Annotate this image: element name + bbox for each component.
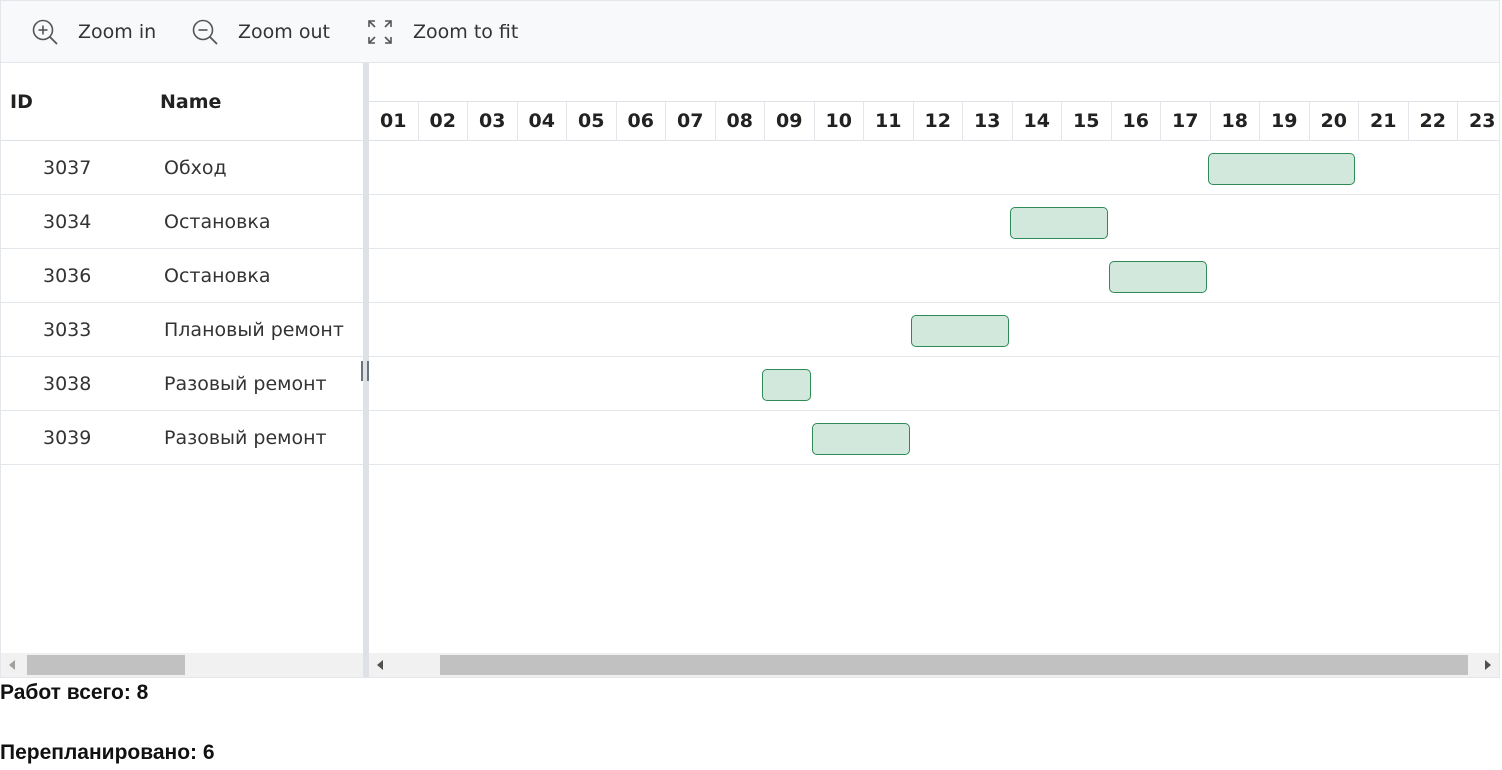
day-header: 03 bbox=[468, 102, 518, 141]
day-header: 12 bbox=[914, 102, 963, 141]
day-header: 21 bbox=[1359, 102, 1409, 141]
day-header: 15 bbox=[1062, 102, 1112, 141]
day-header: 20 bbox=[1310, 102, 1359, 141]
day-header: 10 bbox=[815, 102, 864, 141]
day-header: 07 bbox=[666, 102, 716, 141]
timeline-scroll-thumb[interactable] bbox=[440, 655, 1468, 675]
zoom-to-fit-label: Zoom to fit bbox=[413, 21, 519, 43]
day-header: 01 bbox=[369, 102, 419, 141]
timeline-row bbox=[369, 195, 1499, 249]
timeline-row bbox=[369, 411, 1499, 465]
task-bar[interactable] bbox=[1207, 153, 1355, 185]
table-row[interactable]: 3038 Разовый ремонт bbox=[1, 357, 363, 411]
task-bar[interactable] bbox=[811, 423, 910, 455]
table-row[interactable]: 3036 Остановка bbox=[1, 249, 363, 303]
scroll-left-arrow-icon[interactable] bbox=[1, 653, 23, 677]
timeline-row bbox=[369, 249, 1499, 303]
day-header: 19 bbox=[1260, 102, 1310, 141]
zoom-out-label: Zoom out bbox=[238, 21, 330, 43]
cell-name: Плановый ремонт bbox=[164, 319, 344, 341]
cell-name: Остановка bbox=[164, 265, 271, 287]
day-header: 13 bbox=[963, 102, 1013, 141]
scroll-right-arrow-icon[interactable] bbox=[1477, 653, 1499, 677]
day-header: 18 bbox=[1211, 102, 1260, 141]
cell-id: 3036 bbox=[43, 265, 92, 287]
zoom-in-icon bbox=[32, 19, 58, 45]
summary-rescheduled: Перепланировано: 6 bbox=[0, 741, 215, 764]
task-grid: ID Name 3037 Обход 3034 Остановка 3036 О… bbox=[1, 63, 363, 677]
zoom-in-button[interactable]: Zoom in bbox=[31, 1, 156, 63]
expand-arrows-icon bbox=[368, 20, 392, 44]
column-header-id[interactable]: ID bbox=[10, 91, 33, 113]
day-header: 16 bbox=[1112, 102, 1161, 141]
day-header: 05 bbox=[567, 102, 617, 141]
grid-scroll-thumb[interactable] bbox=[27, 655, 185, 675]
timeline-header-top bbox=[369, 63, 1499, 102]
table-row[interactable]: 3039 Разовый ремонт bbox=[1, 411, 363, 465]
zoom-in-label: Zoom in bbox=[78, 21, 157, 43]
column-header-name[interactable]: Name bbox=[160, 91, 221, 113]
toolbar: Zoom in Zoom out Zoom to fit bbox=[1, 1, 1499, 63]
day-header: 23 bbox=[1458, 102, 1499, 141]
timeline-pane: 01 02 03 04 05 06 07 08 09 10 11 12 13 14 15 16 17 18 19 20… bbox=[369, 63, 1499, 653]
task-bar[interactable] bbox=[1108, 261, 1207, 293]
timeline-row bbox=[369, 141, 1499, 195]
cell-name: Обход bbox=[164, 157, 227, 179]
cell-id: 3038 bbox=[43, 373, 92, 395]
table-row[interactable]: 3033 Плановый ремонт bbox=[1, 303, 363, 357]
day-header: 06 bbox=[617, 102, 666, 141]
cell-name: Остановка bbox=[164, 211, 271, 233]
table-row[interactable]: 3034 Остановка bbox=[1, 195, 363, 249]
cell-name: Разовый ремонт bbox=[164, 373, 327, 395]
day-header: 08 bbox=[716, 102, 765, 141]
grid-header: ID Name bbox=[1, 63, 363, 141]
cell-id: 3037 bbox=[43, 157, 92, 179]
summary-total: Работ всего: 8 bbox=[0, 681, 149, 704]
cell-id: 3033 bbox=[43, 319, 92, 341]
day-header: 17 bbox=[1161, 102, 1211, 141]
zoom-out-button[interactable]: Zoom out bbox=[191, 1, 330, 63]
table-row[interactable]: 3037 Обход bbox=[1, 141, 363, 195]
day-header: 14 bbox=[1013, 102, 1062, 141]
task-bar[interactable] bbox=[910, 315, 1009, 347]
timeline-horizontal-scrollbar[interactable] bbox=[369, 653, 1499, 677]
task-bar[interactable] bbox=[1009, 207, 1108, 239]
zoom-to-fit-button[interactable]: Zoom to fit bbox=[366, 1, 518, 63]
day-header: 11 bbox=[864, 102, 914, 141]
cell-name: Разовый ремонт bbox=[164, 427, 327, 449]
scroll-left-arrow-icon[interactable] bbox=[369, 653, 391, 677]
task-bar[interactable] bbox=[762, 369, 811, 401]
gantt-chart: Zoom in Zoom out Zoom to fit ID Name 303… bbox=[0, 0, 1500, 678]
day-header: 02 bbox=[419, 102, 468, 141]
zoom-out-icon bbox=[192, 19, 218, 45]
timeline-row bbox=[369, 357, 1499, 411]
cell-id: 3034 bbox=[43, 211, 92, 233]
day-header: 04 bbox=[518, 102, 567, 141]
grid-horizontal-scrollbar[interactable] bbox=[1, 653, 363, 677]
day-header: 09 bbox=[765, 102, 815, 141]
cell-id: 3039 bbox=[43, 427, 92, 449]
day-header: 22 bbox=[1409, 102, 1458, 141]
timeline-header: 01 02 03 04 05 06 07 08 09 10 11 12 13 14 15 16 17 18 19 20… bbox=[369, 63, 1499, 141]
timeline-row bbox=[369, 303, 1499, 357]
